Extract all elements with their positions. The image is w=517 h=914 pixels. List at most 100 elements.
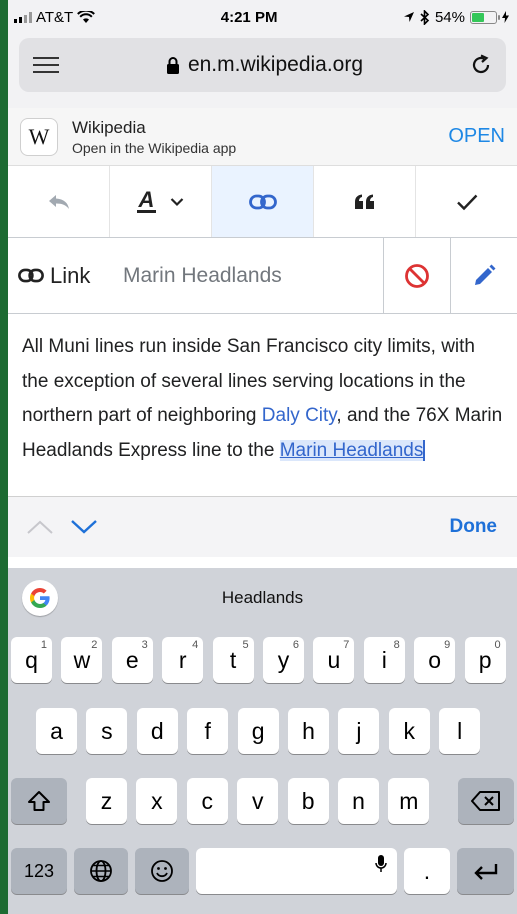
globe-icon [90, 860, 112, 882]
battery-icon [470, 10, 500, 24]
app-banner: W Wikipedia Open in the Wikipedia app OP… [8, 108, 517, 166]
key-q[interactable]: q1 [11, 637, 52, 683]
carrier-label: AT&T [36, 8, 74, 26]
menu-icon[interactable] [33, 56, 59, 74]
checkmark-icon [456, 194, 477, 210]
key-hint: 3 [141, 639, 148, 651]
link-inspector: Link Marin Headlands [8, 237, 517, 314]
key-f[interactable]: f [187, 708, 229, 754]
reload-icon[interactable] [470, 54, 492, 76]
undo-button[interactable] [8, 166, 110, 237]
save-button[interactable] [416, 166, 517, 237]
key-label: . [423, 857, 431, 884]
key-hint: 8 [393, 639, 400, 651]
key-z[interactable]: z [86, 778, 127, 824]
key-hint: 6 [292, 639, 299, 651]
key-l[interactable]: l [439, 708, 481, 754]
chevron-up-icon[interactable] [26, 519, 54, 535]
key-m[interactable]: m [388, 778, 430, 824]
key-i[interactable]: i8 [363, 637, 405, 683]
signal-icon [14, 11, 32, 23]
key-label: r [178, 646, 187, 673]
phone-screen: AT&T 4:21 PM 54% en.m.wikipedia.org W Wi… [8, 0, 517, 914]
article-text[interactable]: All Muni lines run inside San Francisco … [8, 314, 517, 497]
address-bar[interactable]: en.m.wikipedia.org [19, 38, 506, 92]
google-icon[interactable] [22, 580, 58, 616]
key-d[interactable]: d [136, 708, 178, 754]
link-icon [248, 194, 277, 209]
key-label: p [478, 646, 492, 673]
space-key[interactable] [196, 848, 397, 894]
key-k[interactable]: k [388, 708, 430, 754]
key-p[interactable]: p0 [464, 637, 506, 683]
link-button[interactable] [212, 166, 314, 237]
link-target[interactable]: Marin Headlands [123, 264, 383, 288]
browser-chrome: en.m.wikipedia.org [8, 34, 517, 108]
key-label: x [151, 787, 163, 814]
period-key[interactable]: . [404, 848, 450, 894]
open-app-button[interactable]: OPEN [448, 125, 505, 148]
return-key[interactable] [457, 848, 514, 894]
key-g[interactable]: g [237, 708, 279, 754]
key-label: f [204, 717, 211, 744]
key-c[interactable]: c [186, 778, 228, 824]
link-icon [18, 268, 44, 283]
key-label: t [229, 646, 237, 673]
numbers-key[interactable]: 123 [11, 848, 67, 894]
remove-link-button[interactable] [383, 237, 450, 314]
key-n[interactable]: n [338, 778, 379, 824]
key-label: v [251, 787, 264, 814]
daly-city-link[interactable]: Daly City [262, 405, 337, 426]
emoji-key[interactable] [135, 848, 189, 894]
charging-icon [502, 11, 509, 23]
emoji-icon [151, 860, 173, 882]
key-t[interactable]: t5 [212, 637, 254, 683]
text-style-icon: A [136, 187, 157, 213]
shift-icon [28, 791, 50, 811]
key-b[interactable]: b [287, 778, 329, 824]
key-label: 123 [23, 860, 55, 881]
delete-icon [471, 791, 500, 811]
key-o[interactable]: o9 [414, 637, 456, 683]
key-label: u [327, 646, 341, 673]
suggestion-word[interactable]: Headlands [8, 588, 517, 608]
status-time: 4:21 PM [220, 8, 278, 26]
keyboard: Headlands q1w2e3r4t5y6u7i8o9p0asdfghjklz… [8, 568, 517, 914]
key-j[interactable]: j [338, 708, 380, 754]
quote-button[interactable] [314, 166, 416, 237]
key-label: m [399, 787, 419, 814]
key-w[interactable]: w2 [61, 637, 103, 683]
return-icon [473, 864, 497, 880]
key-label: i [381, 646, 387, 673]
wifi-icon [77, 10, 96, 23]
globe-key[interactable] [74, 848, 128, 894]
key-y[interactable]: y6 [263, 637, 304, 683]
edit-link-button[interactable] [450, 237, 517, 314]
location-icon [403, 12, 414, 22]
key-x[interactable]: x [136, 778, 178, 824]
url-host[interactable]: en.m.wikipedia.org [166, 53, 363, 77]
link-label-text: Link [50, 262, 91, 288]
key-u[interactable]: u7 [313, 637, 355, 683]
chevron-down-icon[interactable] [70, 519, 98, 535]
selected-link[interactable]: Marin Headlands [279, 439, 426, 461]
key-e[interactable]: e3 [111, 637, 153, 683]
key-label: n [352, 787, 365, 814]
delete-key[interactable] [458, 778, 514, 824]
status-bar: AT&T 4:21 PM 54% [8, 0, 517, 34]
key-label: o [428, 646, 442, 673]
text-style-button[interactable]: A [110, 166, 212, 237]
shift-key[interactable] [11, 778, 67, 824]
banner-title: Wikipedia [72, 117, 146, 137]
done-button[interactable]: Done [450, 516, 498, 538]
undo-icon [48, 194, 69, 209]
key-h[interactable]: h [288, 708, 329, 754]
key-a[interactable]: a [36, 708, 77, 754]
bluetooth-icon [420, 9, 430, 25]
key-r[interactable]: r4 [162, 637, 204, 683]
microphone-icon [375, 855, 387, 872]
key-v[interactable]: v [237, 778, 279, 824]
url-text: en.m.wikipedia.org [187, 53, 364, 76]
key-s[interactable]: s [86, 708, 128, 754]
key-label: s [101, 717, 113, 744]
